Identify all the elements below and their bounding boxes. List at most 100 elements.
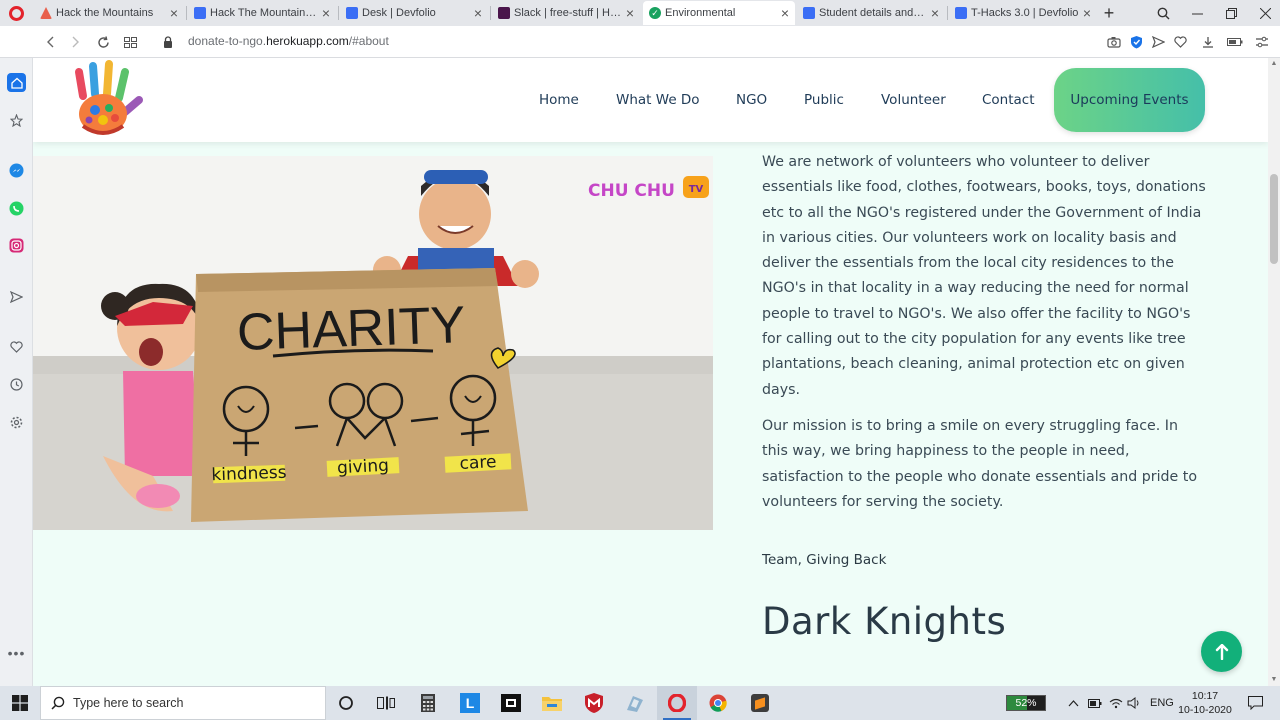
bookmarks-heart-icon[interactable] [7,337,26,356]
language-indicator[interactable]: ENG [1150,686,1174,720]
sign-word-giving: giving [337,456,390,479]
about-signature: Team, Giving Back [762,552,887,568]
taskbar-clock[interactable]: 10:17 10-10-2020 [1176,689,1234,717]
close-tab-icon[interactable]: × [474,5,482,21]
tab-student-details[interactable]: Student details and doc × [797,2,945,24]
url-field[interactable]: donate-to-ngo.herokuapp.com/#about [188,34,389,48]
lock-icon[interactable] [155,26,181,58]
minimize-icon[interactable] [1180,0,1214,26]
paint-app-icon[interactable] [615,686,655,720]
nav-home[interactable]: Home [539,92,579,108]
tab-hack-the-mountains-dashboard[interactable]: Hack The Mountains: Da × [188,2,336,24]
close-tab-icon[interactable]: × [170,5,178,21]
search-placeholder: Type here to search [73,696,184,710]
send-icon[interactable] [1150,34,1166,50]
download-icon[interactable] [1200,34,1216,50]
tab-title: T-Hacks 3.0 | Devfolio [971,7,1079,19]
close-window-icon[interactable] [1248,0,1280,26]
instagram-icon[interactable] [7,236,26,255]
tab-slack[interactable]: Slack | free-stuff | Hack t × [492,2,640,24]
close-tab-icon[interactable]: × [931,5,939,21]
tab-desk-devfolio[interactable]: Desk | Devfolio × [340,2,488,24]
tab-title: Hack the Mountains [56,7,154,19]
devfolio-favicon-icon [803,7,815,19]
mcafee-icon[interactable] [574,686,614,720]
home-speed-dial-icon[interactable] [7,73,26,92]
opera-taskbar-icon[interactable] [657,686,697,720]
site-logo[interactable] [69,60,143,140]
battery-indicator[interactable]: 52% [1006,695,1046,711]
scrollbar-thumb[interactable] [1270,174,1278,264]
lightshot-app-icon[interactable]: L [450,686,490,720]
nav-ngo[interactable]: NGO [736,92,767,108]
scroll-up-arrow-icon[interactable]: ▲ [1268,58,1280,70]
scroll-down-arrow-icon[interactable]: ▼ [1268,674,1280,686]
more-options-icon[interactable]: ••• [7,643,26,662]
nav-what-we-do[interactable]: What We Do [616,92,700,108]
nav-public[interactable]: Public [804,92,844,108]
tabs-grid-icon[interactable] [117,26,143,58]
notifications-icon[interactable] [1248,686,1263,720]
battery-percent: 52% [1015,697,1037,709]
taskbar-search-box[interactable]: Type here to search [40,686,326,720]
address-bar: donate-to-ngo.herokuapp.com/#about [0,26,1280,58]
search-tabs-icon[interactable] [1146,0,1180,26]
task-view-icon[interactable] [366,686,406,720]
browser-tab-bar: Hack the Mountains × Hack The Mountains:… [0,0,1280,26]
wifi-icon[interactable] [1109,686,1123,720]
about-paragraph-1: We are network of volunteers who volunte… [762,154,1206,398]
battery-tray-icon[interactable] [1088,686,1102,720]
history-clock-icon[interactable] [7,375,26,394]
tab-hack-the-mountains[interactable]: Hack the Mountains × [34,2,184,24]
mountain-favicon-icon [40,7,52,19]
upcoming-events-button[interactable]: Upcoming Events [1054,68,1205,132]
sign-word-kindness: kindness [211,463,287,486]
file-explorer-icon[interactable] [532,686,572,720]
camera-icon[interactable] [1106,34,1122,50]
back-icon[interactable] [38,26,64,58]
media-app-icon[interactable] [491,686,531,720]
sublime-text-icon[interactable] [740,686,780,720]
heart-bookmark-icon[interactable] [1172,34,1188,50]
battery-saver-icon[interactable] [1227,34,1243,50]
tab-title: Slack | free-stuff | Hack t [514,7,622,19]
easy-setup-icon[interactable] [1254,34,1270,50]
tab-environmental[interactable]: ✓ Environmental × [643,1,795,25]
cortana-icon[interactable] [326,686,366,720]
windows-start-icon[interactable] [0,686,40,720]
opera-menu-icon[interactable] [0,0,32,26]
forward-icon[interactable] [62,26,88,58]
close-tab-icon[interactable]: × [781,5,789,21]
scroll-to-top-button[interactable] [1201,631,1242,672]
devfolio-favicon-icon [955,7,967,19]
calculator-app-icon[interactable] [408,686,448,720]
nav-contact[interactable]: Contact [982,92,1035,108]
opera-sidebar: ••• [0,58,33,686]
clock-time: 10:17 [1191,690,1219,702]
arrow-up-icon [1215,643,1228,660]
nav-volunteer[interactable]: Volunteer [881,92,946,108]
chuchu-tv-badge: TV [689,184,704,195]
tab-title: Desk | Devfolio [362,7,436,19]
chrome-taskbar-icon[interactable] [698,686,738,720]
page-scrollbar[interactable]: ▲ ▼ [1268,58,1280,686]
show-hidden-icons-chevron-icon[interactable] [1068,686,1079,720]
close-tab-icon[interactable]: × [626,5,634,21]
settings-gear-icon[interactable] [7,413,26,432]
web-page: CHARITY kindness giving care CHU CHU TV … [33,58,1268,686]
my-flow-icon[interactable] [7,287,26,306]
vpn-shield-icon[interactable] [1128,34,1144,50]
reload-icon[interactable] [90,26,116,58]
about-section: We are network of volunteers who volunte… [762,150,1207,526]
close-tab-icon[interactable]: × [1083,5,1091,21]
whatsapp-icon[interactable] [7,199,26,218]
tab-t-hacks[interactable]: T-Hacks 3.0 | Devfolio × [949,2,1097,24]
messenger-icon[interactable] [7,161,26,180]
close-tab-icon[interactable]: × [322,5,330,21]
clock-date: 10-10-2020 [1178,704,1232,716]
crypto-wallet-icon[interactable] [7,111,26,130]
charity-kids-image: CHARITY kindness giving care CHU CHU TV [33,156,713,530]
volume-icon[interactable] [1127,686,1141,720]
restore-icon[interactable] [1214,0,1248,26]
new-tab-icon[interactable]: + [1092,0,1126,26]
